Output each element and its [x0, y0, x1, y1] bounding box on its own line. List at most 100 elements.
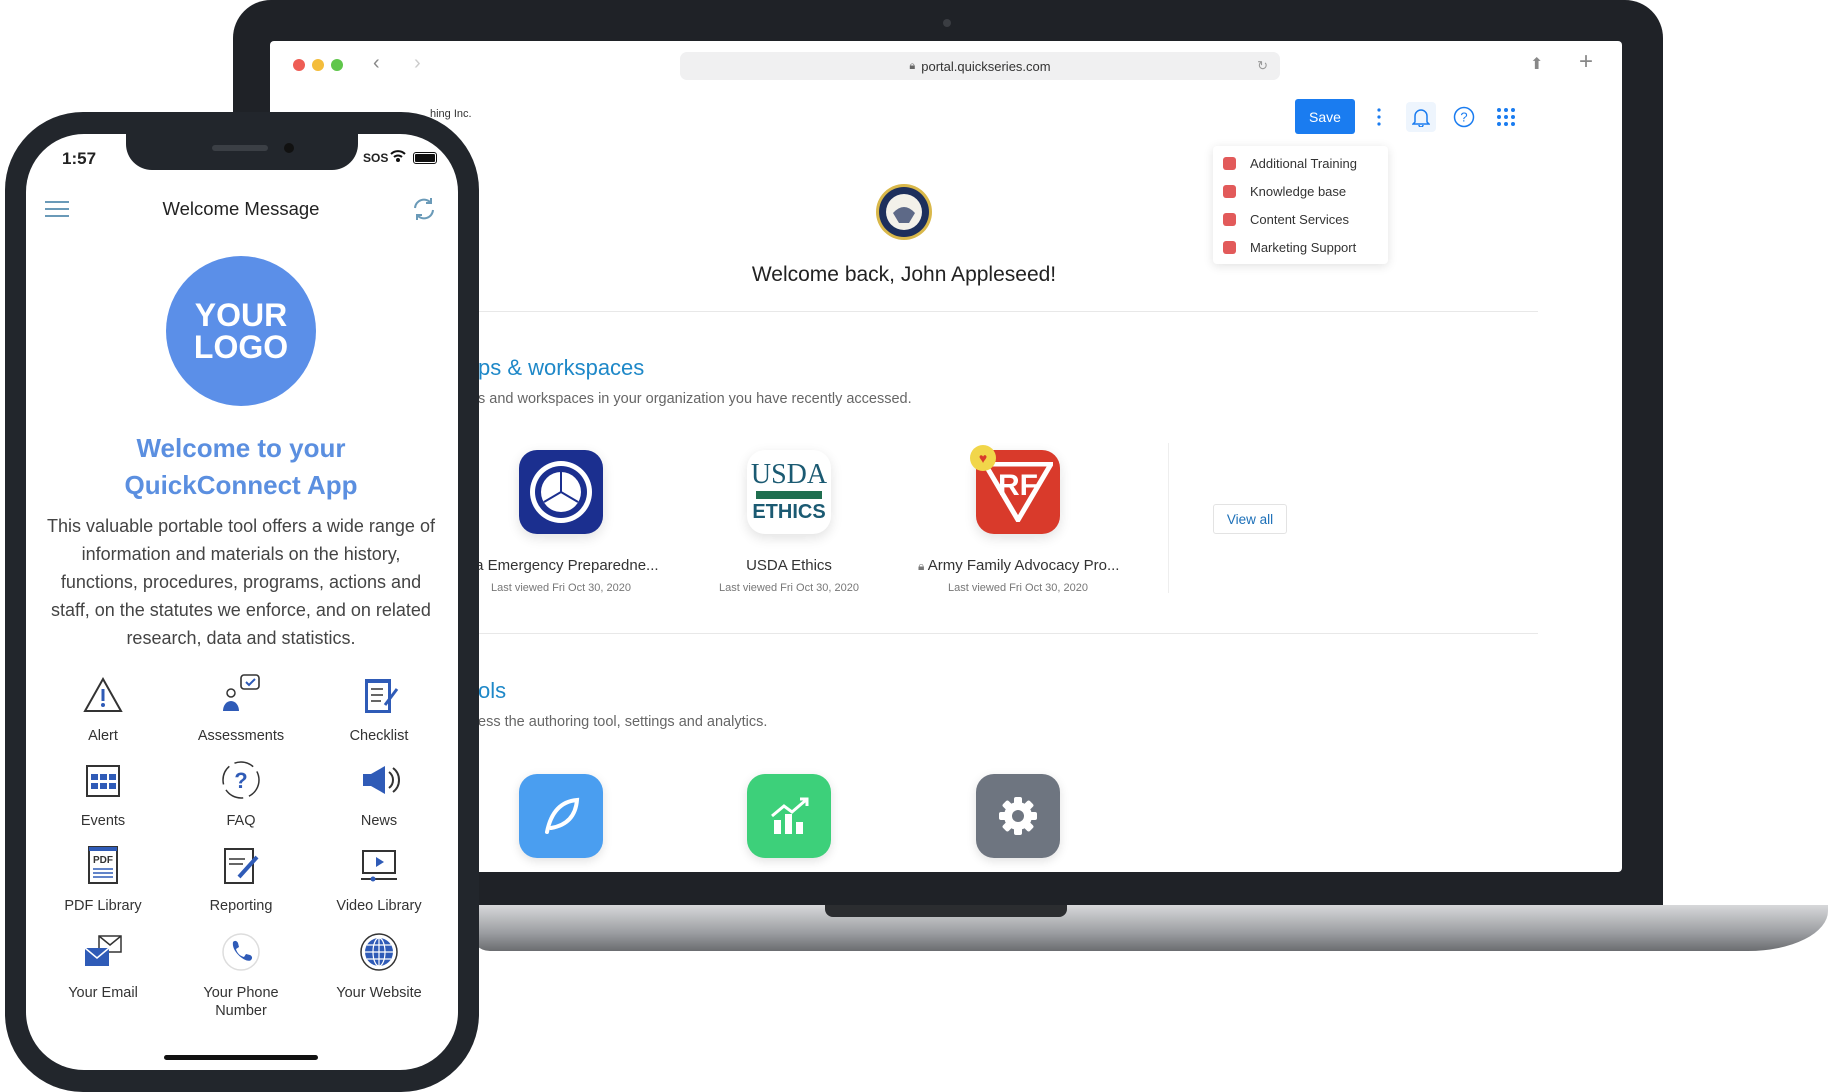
more-menu-icon[interactable] — [1364, 102, 1394, 132]
bell-icon[interactable] — [1406, 102, 1436, 132]
grid-item-your-website[interactable]: Your Website — [314, 930, 444, 1002]
apps-grid-icon[interactable] — [1491, 102, 1521, 132]
lock-icon: 🔒︎ — [918, 559, 925, 573]
grid-item-label: News — [360, 813, 398, 829]
org-name: hing Inc. — [430, 108, 472, 120]
video-icon — [357, 843, 401, 887]
laptop-base — [470, 905, 1828, 951]
alert-icon — [81, 673, 125, 717]
authoring-tool-button[interactable] — [519, 774, 603, 858]
grid-item-alert[interactable]: Alert — [38, 673, 168, 745]
logo-text: USDA — [750, 458, 828, 490]
menu-item-content-services[interactable]: Content Services — [1223, 212, 1349, 227]
status-time: 1:57 — [62, 149, 97, 168]
training-icon — [1223, 157, 1236, 170]
logo-text: RF — [998, 469, 1038, 502]
url-text: portal.quickseries.com — [921, 58, 1051, 74]
phone-welcome-title: Welcome to your QuickConnect App — [30, 430, 452, 504]
forward-icon[interactable]: › — [414, 52, 421, 75]
report-icon — [219, 843, 263, 887]
phone-camera — [284, 143, 294, 153]
grid-item-label: FAQ — [226, 813, 256, 829]
logo-text: ETHICS — [752, 500, 826, 523]
reload-icon[interactable]: ↻ — [1257, 58, 1268, 74]
battery-icon — [413, 152, 437, 164]
question-icon: ? — [219, 758, 263, 802]
grid-item-label: Video Library — [336, 898, 422, 914]
lock-icon: 🔒︎ — [909, 59, 916, 72]
organization-seal — [875, 183, 933, 246]
grid-item-your-email[interactable]: Your Email — [38, 930, 168, 1002]
grid-item-label: Checklist — [349, 728, 409, 744]
grid-item-label: Events — [80, 813, 126, 829]
marketing-icon — [1223, 241, 1236, 254]
grid-item-checklist[interactable]: Checklist — [314, 673, 444, 745]
menu-item-knowledge-base[interactable]: Knowledge base — [1223, 184, 1346, 199]
back-icon[interactable]: ‹ — [373, 52, 380, 75]
grid-item-video-library[interactable]: Video Library — [314, 843, 444, 915]
grid-item-label: Your Phone Number — [203, 985, 279, 1019]
laptop-base-notch — [825, 905, 1067, 917]
svg-text:PDF: PDF — [93, 855, 113, 866]
app-card-army-family[interactable]: RF ♥ 🔒︎ Army Family Advocacy Pro... Last… — [918, 445, 1120, 594]
menu-item-label: Knowledge base — [1250, 184, 1347, 199]
app-name: 🔒︎ Army Family Advocacy Pro... — [918, 557, 1120, 574]
apps-section-subtitle: s and workspaces in your organization yo… — [478, 391, 912, 407]
grid-item-news[interactable]: News — [314, 758, 444, 830]
usda-ethics-logo: USDA ETHICS — [747, 450, 831, 534]
phone-header-title: Welcome Message — [162, 198, 320, 219]
email-icon — [81, 930, 125, 974]
grid-item-label: Reporting — [209, 898, 273, 914]
menu-item-label: Content Services — [1250, 212, 1349, 227]
app-card-usda-ethics[interactable]: USDA ETHICS USDA Ethics Last viewed Fri … — [689, 450, 889, 594]
view-all-button[interactable]: View all — [1213, 504, 1287, 534]
menu-item-additional-training[interactable]: Additional Training — [1223, 156, 1357, 171]
app-last-viewed: Last viewed Fri Oct 30, 2020 — [490, 582, 631, 594]
grid-item-label: Alert — [88, 728, 118, 744]
wifi-icon — [390, 149, 406, 166]
menu-item-marketing-support[interactable]: Marketing Support — [1223, 240, 1356, 255]
grid-item-pdf-library[interactable]: PDF PDF Library — [38, 843, 168, 915]
share-icon[interactable]: ⬆︎ — [1530, 54, 1543, 74]
chart-icon — [771, 797, 809, 834]
phone-welcome-body: This valuable portable tool offers a wid… — [47, 516, 435, 648]
app-name-text: Army Family Advocacy Pro... — [927, 557, 1120, 574]
hamburger-menu-icon[interactable] — [45, 200, 69, 223]
divider — [478, 633, 1538, 634]
grid-item-assessments[interactable]: Assessments — [176, 673, 306, 745]
grid-item-label: Your Website — [336, 985, 422, 1001]
address-bar[interactable]: 🔒︎ portal.quickseries.com ↻ — [680, 52, 1280, 80]
grid-item-label: Your Email — [68, 985, 138, 1001]
maximize-window-button[interactable] — [331, 59, 343, 71]
assessments-icon — [219, 673, 263, 717]
your-logo-placeholder: YOUR LOGO — [166, 256, 316, 406]
grid-item-events[interactable]: Events — [38, 758, 168, 830]
home-indicator[interactable] — [164, 1055, 318, 1060]
gear-icon — [999, 797, 1037, 835]
feather-icon — [545, 797, 580, 834]
save-button[interactable]: Save — [1295, 99, 1355, 134]
app-card-emergency[interactable]: ida Emergency Preparedne... Last viewed … — [461, 450, 661, 594]
analytics-button[interactable] — [747, 774, 831, 858]
grid-item-reporting[interactable]: Reporting — [176, 843, 306, 915]
menu-item-label: Marketing Support — [1250, 240, 1357, 255]
heart-badge-icon: ♥ — [970, 445, 996, 471]
app-last-viewed: Last viewed Fri Oct 30, 2020 — [947, 582, 1088, 594]
new-tab-icon[interactable]: + — [1579, 48, 1593, 76]
title-line: QuickConnect App — [124, 470, 358, 500]
status-sos: SOS — [363, 151, 389, 165]
apps-section-title: ps & workspaces — [478, 355, 645, 380]
close-window-button[interactable] — [293, 59, 305, 71]
content-icon — [1223, 213, 1236, 226]
minimize-window-button[interactable] — [312, 59, 324, 71]
grid-item-faq[interactable]: ? FAQ — [176, 758, 306, 830]
settings-button[interactable] — [976, 774, 1060, 858]
tools-section-title: ols — [478, 678, 507, 703]
checklist-icon — [357, 673, 401, 717]
menu-item-label: Additional Training — [1250, 156, 1357, 171]
grid-item-your-phone-number[interactable]: Your Phone Number — [176, 930, 306, 1020]
more-dropdown-menu: Additional Training Knowledge base Conte… — [1213, 146, 1388, 264]
grid-item-label: PDF Library — [64, 898, 142, 914]
refresh-icon[interactable] — [411, 196, 437, 227]
help-icon[interactable]: ? — [1449, 102, 1479, 132]
